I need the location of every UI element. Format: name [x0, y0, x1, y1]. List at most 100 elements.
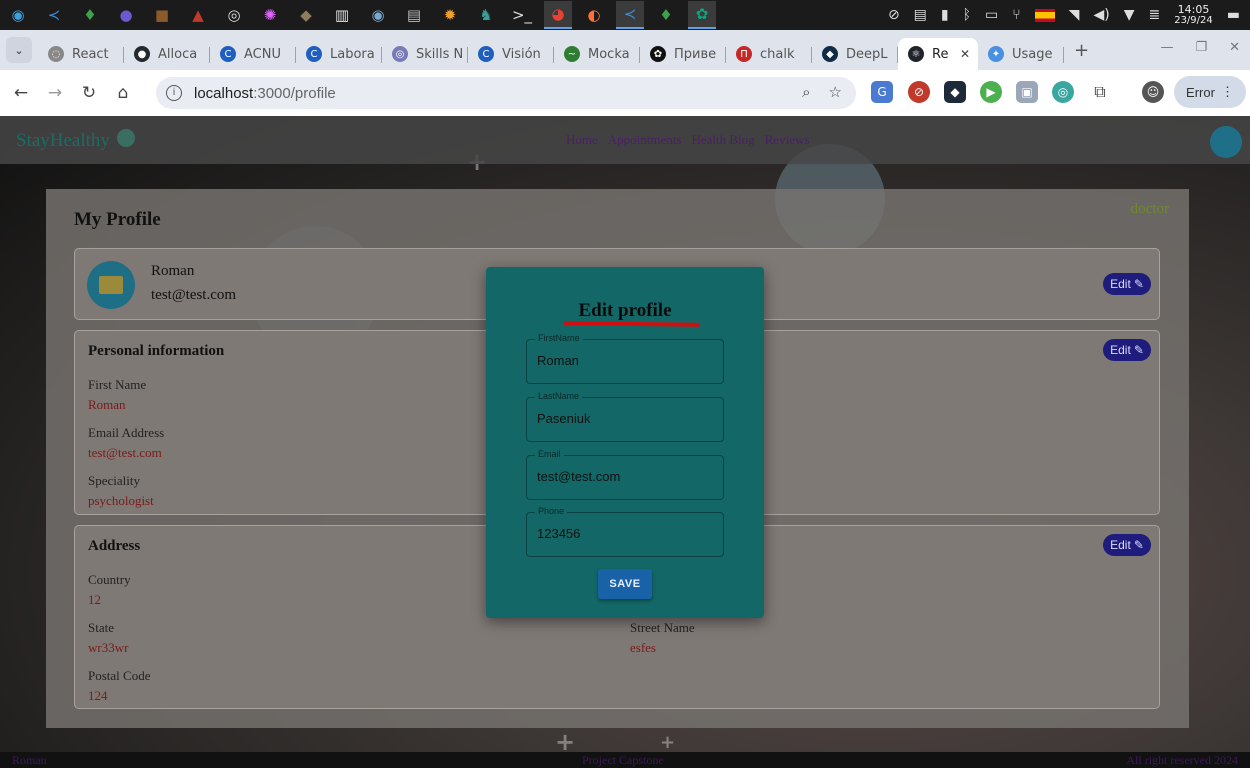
browser-tab[interactable]: ◌ React [38, 38, 124, 70]
picture-viewer-icon[interactable]: ✹ [436, 1, 464, 29]
browser-error-button[interactable]: Error ⋮ [1174, 76, 1246, 108]
browser-tab[interactable]: ~ Mocka [554, 38, 640, 70]
obs-icon[interactable]: ◎ [220, 1, 248, 29]
site-brand[interactable]: StayHealthy [16, 130, 110, 152]
krita-icon[interactable]: ✺ [256, 1, 284, 29]
text-editor-icon[interactable]: ▤ [400, 1, 428, 29]
browser-tab[interactable]: ◆ DeepL [812, 38, 898, 70]
eclipse-icon[interactable]: ● [112, 1, 140, 29]
tab-title: Labora [330, 46, 375, 62]
state-label: State [88, 620, 114, 635]
bluetooth-icon[interactable]: ᛒ [963, 7, 971, 23]
edit-summary-button[interactable]: Edit ✎ [1103, 273, 1151, 295]
site-nav-link[interactable]: Appointments [608, 132, 682, 148]
vscode-icon[interactable]: ≺ [40, 1, 68, 29]
gimp-icon[interactable]: ◆ [292, 1, 320, 29]
close-tab-icon[interactable]: ✕ [960, 47, 970, 61]
back-button[interactable]: ← [4, 83, 38, 103]
chatgpt-icon[interactable]: ✿ [688, 1, 716, 29]
restore-button[interactable]: ❐ [1195, 40, 1207, 55]
footer-center-text: Project Capstone [582, 753, 664, 767]
browser-tab[interactable]: ◎ Skills N [382, 38, 468, 70]
file-manager-icon[interactable]: ▥ [328, 1, 356, 29]
url-text[interactable]: localhost:3000/profile [194, 85, 336, 102]
tab-favicon-icon: ✦ [988, 46, 1004, 62]
browser-tab[interactable]: ✿ Приве [640, 38, 726, 70]
footer-left-text: Roman [12, 753, 47, 767]
adblock-extension-icon[interactable]: ⊘ [908, 81, 930, 103]
close-window-button[interactable]: ✕ [1229, 40, 1240, 55]
edit-personal-button[interactable]: Edit ✎ [1103, 339, 1151, 361]
chrome-icon[interactable]: ◕ [544, 1, 572, 29]
first-name-input[interactable] [537, 353, 713, 368]
user-avatar[interactable] [1210, 126, 1242, 158]
browser-tab[interactable]: C Visión [468, 38, 554, 70]
edit-address-button[interactable]: Edit ✎ [1103, 534, 1151, 556]
browser-tab[interactable]: C ACNU [210, 38, 296, 70]
translate-extension-icon[interactable]: G [871, 81, 893, 103]
minimize-button[interactable]: — [1160, 40, 1173, 55]
display-icon[interactable]: ▭ [985, 7, 998, 23]
filezilla-icon[interactable]: ▲ [184, 1, 212, 29]
pencil-icon: ✎ [1133, 538, 1144, 552]
browser-tab[interactable]: Пchalk [726, 38, 812, 70]
vscode-icon-2[interactable]: ≺ [616, 1, 644, 29]
tray-expand-icon[interactable]: ▼ [1124, 7, 1135, 23]
edit-label: Edit [1110, 343, 1131, 357]
site-nav-link[interactable]: Reviews [765, 132, 810, 148]
screen-capture-icon[interactable]: ⊘ [888, 7, 900, 23]
wifi-icon[interactable]: ◥ [1069, 7, 1080, 23]
usb-icon[interactable]: ⑂ [1012, 7, 1020, 23]
brand-logo-icon [117, 129, 135, 147]
last-name-input[interactable] [537, 411, 713, 426]
mongodb-icon-2[interactable]: ♦ [652, 1, 680, 29]
mongodb-icon[interactable]: ♦ [76, 1, 104, 29]
url-host: localhost [194, 84, 254, 102]
firefox-icon[interactable]: ◐ [580, 1, 608, 29]
zoom-icon[interactable]: ⌕ [802, 83, 810, 101]
profile-avatar-icon[interactable]: ☺ [1142, 81, 1164, 103]
play-extension-icon[interactable]: ▶ [980, 81, 1002, 103]
tab-favicon-icon: ~ [564, 46, 580, 62]
dev-extension-icon[interactable]: ◆ [944, 81, 966, 103]
site-nav-link[interactable]: Home [566, 132, 598, 148]
new-tab-button[interactable]: + [1074, 40, 1089, 61]
browser-tab[interactable]: ✦ Usage [978, 38, 1064, 70]
keyboard-layout-flag-icon[interactable] [1034, 8, 1055, 22]
error-label: Error [1186, 84, 1215, 100]
minecraft-icon[interactable]: ■ [148, 1, 176, 29]
game-icon[interactable]: ♞ [472, 1, 500, 29]
terminal-icon[interactable]: >_ [508, 1, 536, 29]
battery-icon[interactable]: ▮ [941, 7, 949, 23]
pencil-icon: ✎ [1133, 343, 1144, 357]
app-launcher-icon[interactable]: ◉ [4, 1, 32, 29]
reload-button[interactable]: ↻ [72, 83, 106, 103]
forward-button[interactable]: → [38, 83, 72, 103]
volume-icon[interactable]: ◀) [1093, 7, 1109, 23]
tab-title: Приве [674, 46, 717, 62]
show-desktop-icon[interactable]: ▬ [1227, 7, 1240, 23]
phone-input[interactable] [537, 526, 713, 541]
clock-date: 23/9/24 [1174, 15, 1213, 26]
clipboard-icon[interactable]: ▤ [914, 7, 927, 23]
browser-tab[interactable]: ⚛ Re ✕ [898, 38, 978, 70]
robot-extension-icon[interactable]: ▣ [1016, 81, 1038, 103]
notes-icon[interactable]: ≣ [1148, 7, 1160, 23]
save-button[interactable]: SAVE [598, 569, 652, 599]
tab-favicon-icon: ◌ [48, 46, 64, 62]
color-picker-extension-icon[interactable]: ◎ [1052, 81, 1074, 103]
site-nav-links: Home Appointments Health Blog Reviews [566, 132, 809, 148]
bookmark-star-icon[interactable]: ☆ [829, 83, 842, 101]
disk-icon[interactable]: ◉ [364, 1, 392, 29]
site-nav-link[interactable]: Health Blog [691, 132, 754, 148]
home-button[interactable]: ⌂ [106, 83, 140, 103]
tab-favicon-icon: C [220, 46, 236, 62]
extensions-puzzle-icon[interactable]: ⧉ [1089, 81, 1111, 103]
clock[interactable]: 14:05 23/9/24 [1174, 4, 1213, 26]
address-bar[interactable]: i localhost:3000/profile ⌕ ☆ [156, 77, 856, 109]
email-input[interactable] [537, 469, 713, 484]
tab-search-button[interactable]: ⌄ [6, 37, 32, 63]
browser-tab[interactable]: C Labora [296, 38, 382, 70]
site-info-icon[interactable]: i [166, 85, 182, 101]
browser-tab[interactable]: ● Alloca [124, 38, 210, 70]
